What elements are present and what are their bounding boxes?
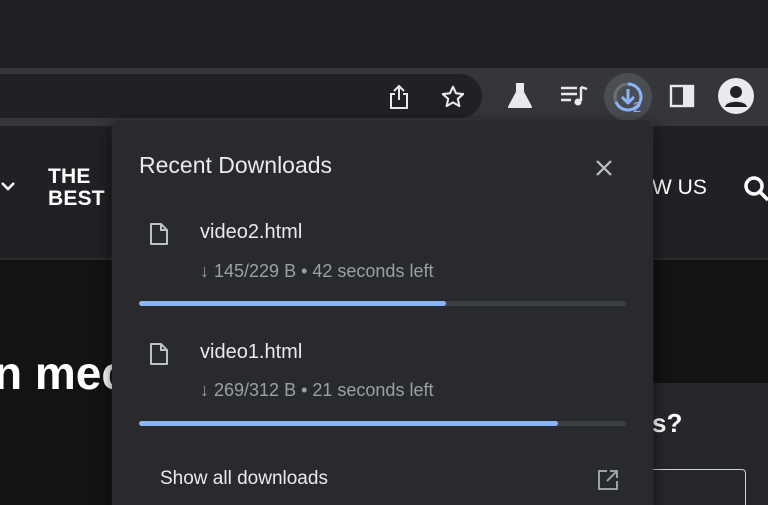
site-logo[interactable]: THE BEST <box>48 166 105 210</box>
show-all-downloads-link[interactable]: Show all downloads <box>160 468 328 490</box>
screen: 2 THE BEST W US n mec s? Recent Download… <box>0 0 768 505</box>
download-filename[interactable]: video1.html <box>200 341 302 364</box>
file-icon <box>148 342 170 371</box>
profile-avatar[interactable] <box>718 78 754 114</box>
search-icon[interactable] <box>742 174 768 209</box>
close-icon <box>596 160 612 176</box>
chevron-down-icon[interactable] <box>0 180 16 198</box>
nav-link-follow[interactable]: W US <box>652 176 707 200</box>
download-status: ↓ 269/312 B • 21 seconds left <box>200 380 434 400</box>
download-progress-fill <box>139 301 446 306</box>
download-progress-icon <box>613 82 643 112</box>
download-progress-bar <box>139 301 626 306</box>
person-icon <box>725 86 747 107</box>
labs-flask-icon[interactable] <box>504 80 536 112</box>
close-button[interactable] <box>590 154 618 182</box>
download-count-badge: 2 <box>633 99 642 116</box>
download-filename[interactable]: video2.html <box>200 221 302 244</box>
download-status: ↓ 145/229 B • 42 seconds left <box>200 261 434 281</box>
side-card-heading: s? <box>652 408 683 438</box>
bookmark-star-icon[interactable] <box>438 82 468 112</box>
share-icon[interactable] <box>384 82 414 112</box>
logo-line-1: THE <box>48 165 91 188</box>
open-external-icon[interactable] <box>596 468 620 497</box>
logo-line-2: BEST <box>48 187 105 210</box>
downloads-title: Recent Downloads <box>139 152 333 178</box>
side-panel-icon[interactable] <box>668 82 696 110</box>
tab-strip <box>0 0 768 68</box>
file-icon <box>148 222 170 251</box>
download-progress-bar <box>139 421 626 426</box>
side-card-input[interactable] <box>652 469 746 505</box>
downloads-button[interactable] <box>604 73 652 121</box>
media-queue-icon[interactable] <box>558 80 590 112</box>
hero-heading: n mec <box>0 347 127 399</box>
download-progress-fill <box>139 421 558 426</box>
